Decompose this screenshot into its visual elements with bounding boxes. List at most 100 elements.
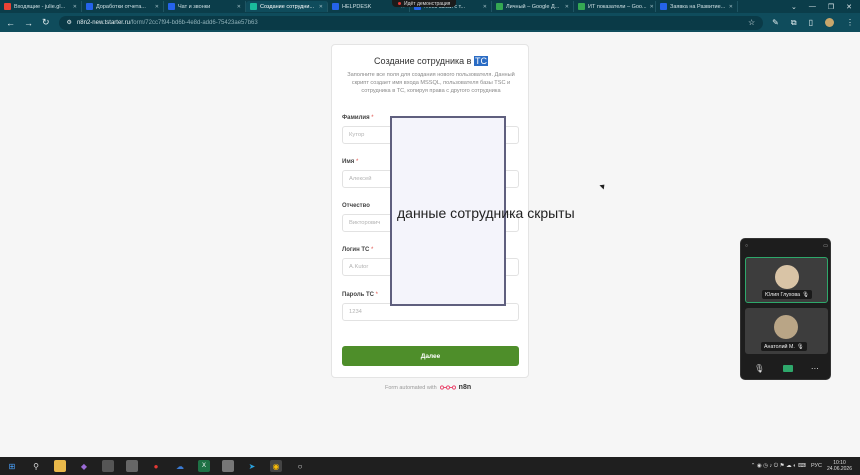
file-explorer-icon[interactable] <box>54 460 66 472</box>
field-label-password: Пароль ТС * <box>342 292 379 298</box>
field-label-name: Имя * <box>342 159 359 165</box>
language-indicator[interactable]: РУС <box>811 463 822 469</box>
browser-toolbar: ← → ↻ ⚙ n8n2-new.tstarter.ru/form/72cc7f… <box>0 13 860 32</box>
app-icon[interactable] <box>126 460 138 472</box>
mic-icon: 🎙 <box>802 291 809 298</box>
forward-icon[interactable]: → <box>24 18 33 28</box>
visual-studio-icon[interactable]: ◆ <box>78 460 90 472</box>
footer-text: Form automated with <box>385 384 437 391</box>
record-dot-icon <box>398 2 401 5</box>
expand-window-icon[interactable]: ▭ <box>823 243 828 249</box>
extensions-icon[interactable]: ⧉ <box>791 18 797 28</box>
tab-label: HELPDESK <box>342 3 372 10</box>
browser-tab[interactable]: Личный – Google Д... ✕ <box>492 1 574 12</box>
tab-close-icon[interactable]: ✕ <box>650 4 654 10</box>
clock[interactable]: 10:10 24.06.2026 <box>827 460 852 472</box>
tab-favicon-icon <box>250 3 257 10</box>
mic-toggle-icon[interactable]: 🎙 <box>754 364 764 373</box>
tab-favicon-icon <box>332 3 339 10</box>
mouse-cursor-icon <box>599 182 607 190</box>
os-taskbar: ⊞ ⚲ ◆ ● ☁ X ➤ ◉ ○ ⌃ ◉ ◷ ♪ ⏻ ⚑ ☁ ◐ ⌨ РУС … <box>0 457 860 475</box>
tab-close-icon[interactable]: ✕ <box>237 4 241 10</box>
tray-icons[interactable]: ⌃ ◉ ◷ ♪ ⏻ ⚑ ☁ ◐ ⌨ <box>751 463 806 470</box>
browser-tab[interactable]: ИТ показатели – Goo... ✕ <box>574 1 656 12</box>
call-status-dot-icon: ○ <box>745 243 749 249</box>
screen-share-label: Идёт демонстрация <box>404 0 451 7</box>
tab-favicon-icon <box>4 3 11 10</box>
field-label-login: Логин ТС * <box>342 247 374 253</box>
video-call-window[interactable]: ○ ▭ Юлия Глухова 🎙 Анатолий М. 🎙 🎙 ⋯ <box>740 238 831 380</box>
pen-icon[interactable]: ✎ <box>772 18 779 28</box>
field-label-surname: Фамилия * <box>342 115 374 121</box>
call-controls: 🎙 ⋯ <box>745 361 828 375</box>
toolbar-extensions: ✎ ⧉ ▯ ⋮ <box>772 17 854 28</box>
close-window-icon[interactable]: ✕ <box>846 3 852 11</box>
form-title-highlight: ТС <box>473 56 488 66</box>
participant-name: Юлия Глухова 🎙 <box>762 290 812 299</box>
tab-close-icon[interactable]: ✕ <box>319 4 323 10</box>
tab-label: Личный – Google Д... <box>506 3 560 10</box>
form-title-prefix: Создание сотрудника в <box>374 56 474 66</box>
tab-label: ИТ показатели – Goo... <box>588 3 647 10</box>
redaction-caption: данные сотрудника скрыты <box>397 205 575 221</box>
avatar <box>775 265 799 289</box>
form-title: Создание сотрудника в ТС <box>332 56 530 66</box>
tab-close-icon[interactable]: ✕ <box>73 4 77 10</box>
app-icon[interactable] <box>222 460 234 472</box>
tab-label: Заявка на Развитие... <box>670 3 726 10</box>
browser-tab[interactable]: Создание сотрудни... ✕ <box>246 1 328 12</box>
tab-favicon-icon <box>496 3 503 10</box>
video-call-header: ○ ▭ <box>745 242 828 250</box>
tab-close-icon[interactable]: ✕ <box>729 4 733 10</box>
chrome-icon[interactable]: ◉ <box>270 460 282 472</box>
yandex-browser-icon[interactable]: ● <box>150 460 162 472</box>
tab-favicon-icon <box>660 3 667 10</box>
onedrive-icon[interactable]: ☁ <box>174 460 186 472</box>
app-icon[interactable]: ○ <box>294 460 306 472</box>
more-options-icon[interactable]: ⋯ <box>811 364 819 373</box>
bookmark-star-icon[interactable]: ☆ <box>748 18 755 27</box>
participant-tile[interactable]: Анатолий М. 🎙 <box>745 308 828 354</box>
submit-button[interactable]: Далее <box>342 346 519 366</box>
mic-icon: 🎙 <box>796 343 804 350</box>
url-path: /form/72cc7f94-bd6b-4e8d-add6-75423ae57b… <box>129 19 258 26</box>
app-icon[interactable] <box>102 460 114 472</box>
tab-label: Доработки отчета... <box>96 3 146 10</box>
footer-brand[interactable]: n8n <box>459 384 471 391</box>
camera-toggle-icon[interactable] <box>782 364 793 372</box>
browser-tab[interactable]: Входящие - julie.gl... ✕ <box>0 1 82 12</box>
profile-avatar-icon[interactable] <box>825 17 834 27</box>
window-controls: ⌄ — ❐ ✕ <box>791 0 860 13</box>
reload-icon[interactable]: ↻ <box>42 17 50 28</box>
field-label-patronymic: Отчество <box>342 203 370 209</box>
menu-kebab-icon[interactable]: ⋮ <box>846 18 854 28</box>
address-bar[interactable]: ⚙ n8n2-new.tstarter.ru/form/72cc7f94-bd6… <box>58 15 764 30</box>
screen-share-indicator: Идёт демонстрация <box>392 0 457 7</box>
windows-start-icon[interactable]: ⊞ <box>6 460 18 472</box>
site-info-icon[interactable]: ⚙ <box>67 19 72 26</box>
form-footer: Form automated with n8n <box>385 384 471 391</box>
system-tray: ⌃ ◉ ◷ ♪ ⏻ ⚑ ☁ ◐ ⌨ РУС 10:10 24.06.2026 <box>751 457 852 475</box>
back-icon[interactable]: ← <box>6 18 15 28</box>
minimize-icon[interactable]: — <box>809 3 816 10</box>
tab-label: Чат и звонки <box>178 3 211 10</box>
tab-close-icon[interactable]: ✕ <box>565 4 569 10</box>
avatar <box>774 315 798 339</box>
n8n-logo-icon <box>439 384 456 391</box>
participant-tile[interactable]: Юлия Глухова 🎙 <box>745 257 828 303</box>
browser-tab[interactable]: Доработки отчета... ✕ <box>82 1 164 12</box>
participant-name: Анатолий М. 🎙 <box>761 342 807 351</box>
browser-tab[interactable]: Заявка на Развитие... ✕ <box>656 1 738 12</box>
browser-tab[interactable]: Чат и звонки ✕ <box>164 1 246 12</box>
telegram-icon[interactable]: ➤ <box>246 460 258 472</box>
url-host: n8n2-new.tstarter.ru <box>76 19 130 26</box>
sidebar-icon[interactable]: ▯ <box>809 18 813 28</box>
tab-label: Создание сотрудни... <box>260 3 315 10</box>
excel-icon[interactable]: X <box>198 460 210 472</box>
maximize-icon[interactable]: ❐ <box>828 3 834 11</box>
tab-favicon-icon <box>578 3 585 10</box>
tab-close-icon[interactable]: ✕ <box>155 4 159 10</box>
search-icon[interactable]: ⚲ <box>30 460 42 472</box>
tab-close-icon[interactable]: ✕ <box>483 4 487 10</box>
tab-search-icon[interactable]: ⌄ <box>791 3 797 11</box>
